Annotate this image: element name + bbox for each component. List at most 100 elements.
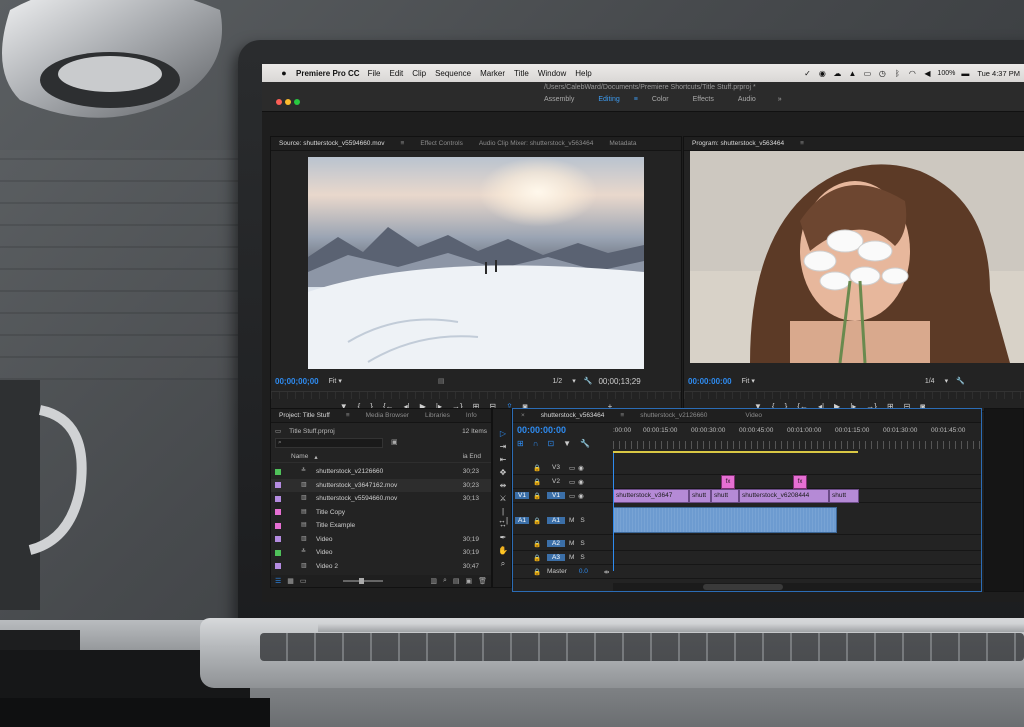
tab-effect-controls[interactable]: Effect Controls — [412, 140, 471, 147]
eye-icon[interactable]: ◉ — [578, 492, 584, 500]
track-select-icon[interactable]: ⇥ — [497, 442, 509, 452]
label-color-swatch[interactable] — [275, 536, 281, 543]
sort-chevron-icon[interactable]: ▴ — [314, 453, 317, 461]
video-clip[interactable]: shutt — [689, 489, 711, 503]
tab-metadata[interactable]: Metadata — [601, 140, 644, 147]
automate-icon[interactable]: ▥ — [430, 577, 437, 585]
menu-marker[interactable]: Marker — [480, 69, 505, 78]
workspace-effects[interactable]: Effects — [681, 94, 726, 105]
mute-button[interactable]: M — [569, 554, 574, 561]
track-label-a3[interactable]: A3 — [547, 554, 565, 561]
pen-icon[interactable]: ✒ — [497, 533, 509, 543]
master-volume[interactable]: 0.0 — [579, 568, 588, 575]
mute-button[interactable]: M — [569, 517, 574, 524]
bin-icon[interactable]: ▤ — [453, 577, 460, 585]
apple-icon[interactable]: ● — [276, 68, 292, 78]
solo-button[interactable]: S — [580, 540, 584, 547]
menu-title[interactable]: Title — [514, 69, 529, 78]
tab-media-browser[interactable]: Media Browser — [358, 412, 417, 419]
tab-menu-icon[interactable]: ≡ — [393, 140, 413, 147]
program-timecode[interactable]: 00:00:00:00 — [688, 377, 732, 386]
wifi-icon[interactable]: ◠ — [907, 68, 917, 78]
list-view-icon[interactable]: ☰ — [275, 577, 281, 585]
menubar-clock[interactable]: Tue 4:37 PM — [977, 69, 1020, 78]
timeline-timecode[interactable]: 00:00:00:00 — [517, 425, 566, 435]
sync-icon[interactable]: ◉ — [817, 68, 827, 78]
lock-icon[interactable]: 🔒 — [533, 492, 541, 500]
source-video-frame[interactable] — [308, 157, 644, 369]
project-menu-icon[interactable]: ≡ — [338, 412, 358, 419]
go-to-end-icon[interactable]: ⇹ — [604, 568, 609, 576]
eye-icon[interactable]: ◉ — [578, 478, 584, 486]
workspace-audio[interactable]: Audio — [726, 94, 768, 105]
source-settings-wrench-icon[interactable]: 🔧 — [584, 377, 593, 385]
tab-info[interactable]: Info — [458, 412, 485, 419]
label-color-swatch[interactable] — [275, 495, 281, 502]
new-item-icon[interactable]: ▣ — [465, 577, 472, 585]
menu-edit[interactable]: Edit — [389, 69, 403, 78]
audio-clip[interactable] — [613, 507, 837, 533]
lock-icon[interactable]: 🔒 — [533, 464, 541, 472]
eye-icon[interactable]: ◉ — [578, 464, 584, 472]
video-clip[interactable]: shutt — [829, 489, 859, 503]
solo-button[interactable]: S — [580, 554, 584, 561]
video-clip[interactable]: shutterstock_v6208444 — [739, 489, 829, 503]
tab-project[interactable]: Project: Title Stuff — [271, 412, 338, 419]
zoom-slider[interactable] — [342, 578, 383, 584]
snap-icon[interactable]: ∩ — [533, 439, 539, 448]
app-menu[interactable]: Premiere Pro CC — [296, 69, 360, 78]
close-sequence-icon[interactable]: × — [513, 412, 533, 419]
nest-icon[interactable]: ⊞ — [517, 439, 524, 448]
timeline-ruler[interactable]: :00:00 00:00:15:00 00:00:30:00 00:00:45:… — [613, 425, 981, 453]
tab-sequence-1[interactable]: shutterstock_v563464 — [533, 412, 613, 419]
project-item[interactable]: ▤ Title Example — [271, 519, 491, 533]
playhead[interactable] — [613, 453, 614, 571]
menu-help[interactable]: Help — [575, 69, 591, 78]
column-end[interactable]: ia End — [463, 453, 481, 460]
sync-lock-icon[interactable]: ▭ — [569, 464, 575, 472]
zoom-tool-icon[interactable]: ⌕ — [497, 559, 509, 569]
title-clip[interactable]: fx — [721, 475, 735, 489]
timeline-scroll-thumb[interactable] — [703, 584, 783, 590]
source-timecode[interactable]: 00;00;00;00 — [275, 377, 319, 386]
lock-icon[interactable]: 🔒 — [533, 517, 541, 525]
program-resolution-chevron-icon[interactable]: ▾ — [945, 377, 949, 385]
cloud-icon[interactable]: ☁ — [832, 68, 842, 78]
tab-sequence-2[interactable]: shutterstock_v2126660 — [632, 412, 715, 419]
menu-window[interactable]: Window — [538, 69, 566, 78]
sync-lock-icon[interactable]: ▭ — [569, 478, 575, 486]
find-icon[interactable]: ⌕ — [443, 577, 447, 585]
zoom-window-button[interactable] — [294, 99, 300, 105]
lock-icon[interactable]: 🔒 — [533, 540, 541, 548]
time-machine-icon[interactable]: ◷ — [877, 68, 887, 78]
source-marker-icon[interactable]: ▤ — [438, 377, 445, 385]
notification-icon[interactable]: ▲ — [847, 68, 857, 78]
tab-audio-clip-mixer[interactable]: Audio Clip Mixer: shutterstock_v563464 — [471, 140, 602, 147]
hand-icon[interactable]: ✋ — [497, 546, 509, 556]
tab-program[interactable]: Program: shutterstock_v563464 — [684, 140, 792, 147]
sync-lock-icon[interactable]: ▭ — [569, 492, 575, 500]
track-label-a1[interactable]: A1 — [547, 517, 565, 524]
sequence-menu-icon[interactable]: ≡ — [612, 412, 632, 419]
project-item[interactable]: ▥ Video 30;19 — [271, 533, 491, 547]
project-item[interactable]: ≛ shutterstock_v2126660 30;23 — [271, 465, 491, 479]
label-color-swatch[interactable] — [275, 482, 281, 489]
project-item[interactable]: ▥ shutterstock_v3647162.mov 30;23 — [271, 478, 491, 492]
label-color-swatch[interactable] — [275, 522, 281, 529]
title-clip[interactable]: fx — [793, 475, 807, 489]
label-color-swatch[interactable] — [275, 549, 281, 556]
solo-button[interactable]: S — [580, 517, 584, 524]
program-video-frame[interactable] — [690, 151, 1024, 363]
workspace-editing[interactable]: Editing — [586, 94, 631, 105]
project-item[interactable]: ≛ Video 30;19 — [271, 546, 491, 560]
lock-icon[interactable]: 🔒 — [533, 478, 541, 486]
slide-icon[interactable]: ↔ — [497, 520, 509, 530]
minimize-window-button[interactable] — [285, 99, 291, 105]
trash-icon[interactable]: 🗑 — [478, 577, 487, 585]
workspace-menu-icon[interactable]: ≡ — [632, 94, 640, 105]
slip-icon[interactable]: |↔| — [497, 507, 509, 525]
source-resolution-chevron-icon[interactable]: ▾ — [572, 377, 576, 385]
add-marker-timeline-icon[interactable]: ▼ — [563, 439, 571, 448]
program-time-ruler[interactable] — [684, 391, 1024, 399]
zoom-slider-thumb[interactable] — [358, 578, 364, 584]
